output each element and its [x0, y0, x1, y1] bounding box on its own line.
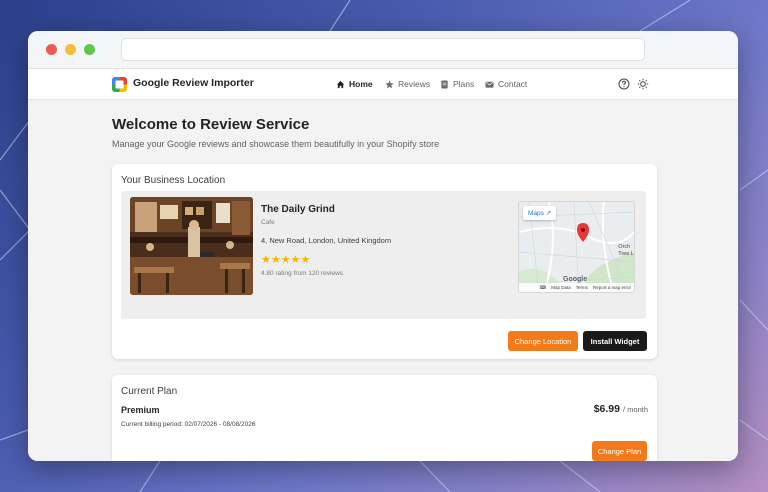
- google-map-logo-text: Google: [563, 276, 588, 283]
- home-icon: [336, 80, 345, 88]
- rating-stars: ★★★★★: [261, 254, 311, 266]
- close-window-button[interactable]: [46, 44, 57, 55]
- map-place-label: Orch Tree L: [618, 244, 634, 258]
- nav-reviews-label: Reviews: [398, 79, 431, 89]
- browser-window: Google Review Importer Home Reviews Plan…: [28, 31, 738, 461]
- business-photo: [130, 197, 253, 295]
- map-place-label-line1: Orch: [618, 244, 631, 250]
- map-place-label-line2: Tree L: [618, 251, 634, 257]
- plan-price-period: / month: [622, 405, 648, 414]
- star-icon: [385, 79, 394, 88]
- business-location-title: Your Business Location: [121, 175, 226, 186]
- page-subtitle: Manage your Google reviews and showcase …: [112, 139, 440, 149]
- main-content: Welcome to Review Service Manage your Go…: [28, 100, 738, 461]
- minimize-window-button[interactable]: [65, 44, 76, 55]
- brand-logo-icon[interactable]: [112, 77, 127, 92]
- plan-price-amount: $6.99: [593, 403, 620, 415]
- nav-home[interactable]: Home: [336, 79, 373, 89]
- nav-plans[interactable]: Plans: [440, 79, 474, 89]
- brand-name[interactable]: Google Review Importer: [133, 77, 254, 89]
- help-icon[interactable]: [618, 78, 630, 90]
- nav-home-label: Home: [349, 79, 373, 89]
- change-location-button[interactable]: Change Location: [508, 331, 578, 351]
- billing-period-label: Current billing period:: [121, 421, 183, 428]
- map-terms-link[interactable]: Terms: [576, 285, 588, 290]
- business-category: Cafe: [261, 219, 275, 226]
- nav-contact-label: Contact: [498, 79, 528, 89]
- open-in-maps-button[interactable]: Maps ↗: [523, 206, 557, 220]
- rating-summary: 4.80 rating from 120 reviews: [261, 270, 344, 277]
- current-plan-card: Current Plan Premium $6.99/ month Curren…: [112, 375, 657, 461]
- billing-period: Current billing period: 02/07/2026 - 08/…: [121, 421, 255, 428]
- business-map[interactable]: Maps ↗ Orch Tree L Google ⌨ Map Data Term…: [518, 201, 635, 293]
- current-plan-title: Current Plan: [121, 386, 178, 397]
- nav-reviews[interactable]: Reviews: [385, 79, 430, 89]
- keyboard-icon[interactable]: ⌨: [540, 285, 547, 291]
- mail-icon: [485, 81, 494, 88]
- report-map-error-link[interactable]: Report a map error: [593, 285, 631, 290]
- business-info-panel: The Daily Grind Cafe 4, New Road, London…: [121, 191, 646, 319]
- nav-contact[interactable]: Contact: [485, 79, 527, 89]
- address-bar[interactable]: [121, 38, 645, 61]
- top-navbar: Google Review Importer Home Reviews Plan…: [28, 69, 738, 100]
- plan-name: Premium: [121, 405, 160, 415]
- external-link-icon: ↗: [545, 210, 552, 217]
- change-plan-button[interactable]: Change Plan: [592, 441, 647, 461]
- nav-plans-label: Plans: [453, 79, 475, 89]
- browser-chrome: [28, 31, 738, 69]
- map-footer: ⌨ Map Data Terms Report a map error: [519, 283, 634, 292]
- google-map-logo: Google: [563, 276, 587, 283]
- page-title: Welcome to Review Service: [112, 116, 310, 133]
- document-icon: [441, 79, 448, 89]
- maps-button-label: Maps: [528, 210, 544, 217]
- maximize-window-button[interactable]: [84, 44, 95, 55]
- billing-period-range: 02/07/2026 - 08/08/2026: [184, 421, 256, 428]
- business-name: The Daily Grind: [261, 204, 335, 215]
- map-data-link[interactable]: Map Data: [551, 285, 571, 290]
- plan-price: $6.99/ month: [594, 403, 648, 415]
- business-location-card: Your Business Location The Daily Grind C…: [112, 164, 657, 359]
- business-address: 4, New Road, London, United Kingdom: [261, 236, 392, 245]
- sun-icon[interactable]: [637, 78, 649, 90]
- install-widget-button[interactable]: Install Widget: [583, 331, 647, 351]
